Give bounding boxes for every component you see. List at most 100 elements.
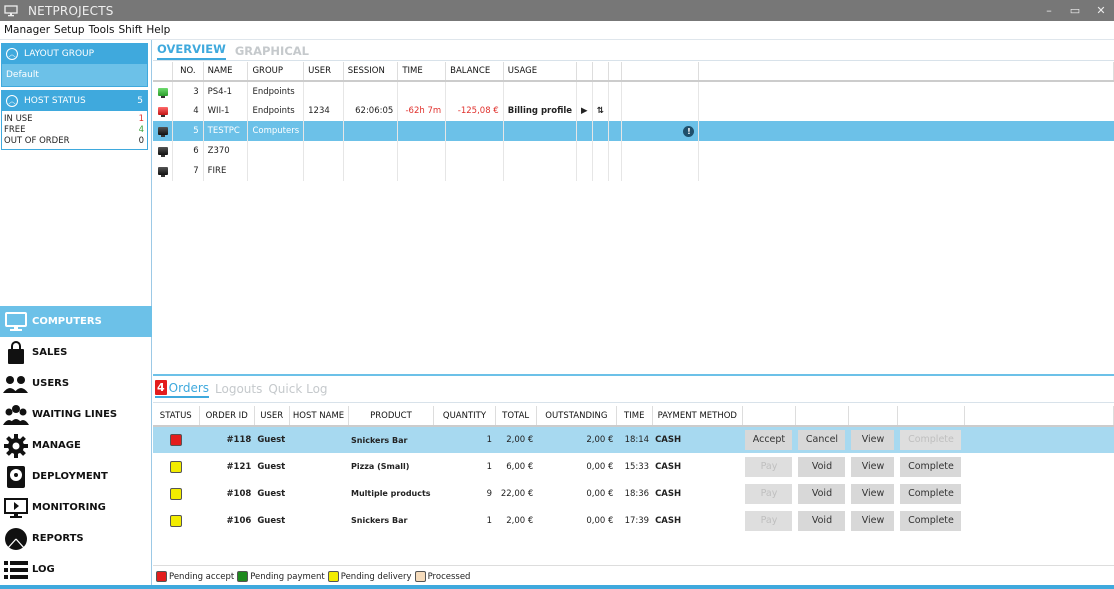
tab-overview[interactable]: OVERVIEW bbox=[157, 42, 226, 60]
close-button[interactable]: ✕ bbox=[1088, 0, 1114, 21]
void-button[interactable]: Void bbox=[798, 510, 846, 531]
order-payment-method: CASH bbox=[655, 515, 682, 526]
menu-tools[interactable]: Tools bbox=[89, 24, 115, 36]
transfer-cell bbox=[592, 161, 609, 181]
void-button[interactable]: Void bbox=[798, 456, 846, 477]
column-header[interactable]: TOTAL bbox=[495, 406, 537, 427]
layout-group-header[interactable]: ︿ LAYOUT GROUP bbox=[2, 44, 147, 64]
collapse-icon[interactable]: ︿ bbox=[6, 95, 18, 107]
transfer-icon[interactable]: ⇅ bbox=[597, 106, 604, 116]
nav-item-manage[interactable]: MANAGE bbox=[0, 430, 152, 461]
host-row[interactable]: 6 Z370 bbox=[153, 141, 1114, 161]
host-usage bbox=[503, 161, 578, 181]
monitor-icon bbox=[3, 310, 29, 334]
column-header[interactable] bbox=[848, 406, 898, 427]
nav-item-log[interactable]: LOG bbox=[0, 554, 152, 585]
tab-quick-log[interactable]: Quick Log bbox=[268, 382, 327, 396]
column-header[interactable]: NO. bbox=[172, 62, 204, 82]
host-status-row: FREE 4 bbox=[2, 125, 147, 136]
view-button[interactable]: View bbox=[851, 510, 895, 531]
nav-item-label: WAITING LINES bbox=[32, 409, 118, 420]
orders-count-badge: 4 bbox=[155, 380, 167, 395]
column-header[interactable]: HOST NAME bbox=[289, 406, 349, 427]
column-header[interactable]: OUTSTANDING bbox=[536, 406, 617, 427]
void-button[interactable]: Void bbox=[798, 483, 846, 504]
nav-item-waiting-lines[interactable]: WAITING LINES bbox=[0, 399, 152, 430]
column-header[interactable]: GROUP bbox=[247, 62, 305, 82]
host-status-total: 5 bbox=[137, 96, 143, 106]
cancel-button[interactable]: Cancel bbox=[798, 430, 846, 450]
play-icon[interactable]: ▶ bbox=[581, 106, 588, 116]
alert-cell bbox=[621, 161, 700, 181]
order-user: Guest bbox=[257, 461, 286, 472]
column-header[interactable]: USER bbox=[254, 406, 290, 427]
column-header[interactable]: QUANTITY bbox=[433, 406, 496, 427]
tab-logouts[interactable]: Logouts bbox=[215, 382, 262, 396]
view-button[interactable]: View bbox=[851, 430, 895, 450]
column-header[interactable] bbox=[897, 406, 965, 427]
column-header[interactable] bbox=[576, 62, 593, 82]
order-row[interactable]: #121 Guest Pizza (Small) 1 6,00 € 0,00 € 15:33… bbox=[153, 453, 1114, 480]
maximize-button[interactable]: ▭ bbox=[1062, 0, 1088, 21]
tab-graphical[interactable]: GRAPHICAL bbox=[235, 44, 309, 60]
order-status-cell bbox=[153, 426, 199, 453]
complete-button[interactable]: Complete bbox=[900, 483, 962, 504]
nav-item-reports[interactable]: REPORTS bbox=[0, 523, 152, 554]
column-header[interactable] bbox=[964, 406, 1114, 427]
column-header[interactable]: PAYMENT METHOD bbox=[652, 406, 743, 427]
host-row[interactable]: 3 PS4-1 Endpoints bbox=[153, 81, 1114, 101]
action-cell: Void bbox=[795, 480, 848, 507]
host-row[interactable]: 5 TESTPC Computers! bbox=[153, 121, 1114, 141]
column-header[interactable]: USER bbox=[303, 62, 344, 82]
nav-item-sales[interactable]: SALES bbox=[0, 337, 152, 368]
nav-item-label: REPORTS bbox=[32, 533, 84, 544]
column-header[interactable]: TIME bbox=[616, 406, 653, 427]
column-header[interactable] bbox=[621, 62, 700, 82]
menu-help[interactable]: Help bbox=[146, 24, 170, 36]
nav-item-computers[interactable]: COMPUTERS bbox=[0, 306, 152, 337]
orders-panel: 4 Orders Logouts Quick Log STATUS ORDER I… bbox=[153, 374, 1114, 589]
alert-icon[interactable]: ! bbox=[683, 125, 695, 137]
complete-button[interactable]: Complete bbox=[900, 456, 962, 477]
column-header[interactable]: USAGE bbox=[503, 62, 578, 82]
host-time bbox=[397, 141, 447, 161]
nav-item-deployment[interactable]: DEPLOYMENT bbox=[0, 461, 152, 492]
order-row[interactable]: #106 Guest Snickers Bar 1 2,00 € 0,00 € 17:39 C… bbox=[153, 507, 1114, 534]
layout-group-value[interactable]: Default bbox=[2, 64, 147, 86]
column-header[interactable]: BALANCE bbox=[445, 62, 504, 82]
view-button[interactable]: View bbox=[851, 483, 895, 504]
host-row[interactable]: 7 FIRE bbox=[153, 161, 1114, 181]
column-header[interactable]: ORDER ID bbox=[199, 406, 255, 427]
column-header[interactable] bbox=[795, 406, 849, 427]
minimize-button[interactable]: – bbox=[1036, 0, 1062, 21]
column-header[interactable]: NAME bbox=[203, 62, 249, 82]
host-status-title: HOST STATUS bbox=[24, 96, 86, 106]
column-header[interactable] bbox=[608, 62, 623, 82]
column-header[interactable] bbox=[698, 62, 1114, 82]
legend-item: Pending payment bbox=[237, 571, 325, 582]
legend-swatch bbox=[237, 571, 249, 582]
nav-item-users[interactable]: USERS bbox=[0, 368, 152, 399]
collapse-icon[interactable]: ︿ bbox=[6, 48, 18, 60]
accept-button[interactable]: Accept bbox=[745, 430, 793, 450]
column-header[interactable]: PRODUCT bbox=[348, 406, 435, 427]
tab-orders[interactable]: 4 Orders bbox=[155, 380, 210, 398]
nav-item-monitoring[interactable]: MONITORING bbox=[0, 492, 152, 523]
complete-button[interactable]: Complete bbox=[900, 510, 962, 531]
column-header[interactable]: STATUS bbox=[153, 406, 200, 427]
column-header[interactable] bbox=[153, 62, 173, 82]
host-time: -62h 7m bbox=[397, 101, 447, 121]
order-row[interactable]: #118 Guest Snickers Bar 1 2,00 €2,00 €18:14 C… bbox=[153, 426, 1114, 453]
host-status-header[interactable]: ︿ HOST STATUS 5 bbox=[2, 91, 147, 111]
column-header[interactable]: TIME bbox=[397, 62, 447, 82]
column-header[interactable] bbox=[592, 62, 609, 82]
column-header[interactable] bbox=[742, 406, 796, 427]
order-row[interactable]: #108 Guest Multiple products 9 22,00 € 0,00 €… bbox=[153, 480, 1114, 507]
column-header[interactable]: SESSION bbox=[343, 62, 399, 82]
menu-manager[interactable]: Manager bbox=[4, 24, 50, 36]
legend-swatch bbox=[327, 571, 339, 582]
host-row[interactable]: 4 WII-1 Endpoints 1234 62:06:05 -62h 7m -125,0… bbox=[153, 101, 1114, 121]
menu-setup[interactable]: Setup bbox=[54, 24, 85, 36]
menu-shift[interactable]: Shift bbox=[118, 24, 142, 36]
view-button[interactable]: View bbox=[851, 456, 895, 477]
